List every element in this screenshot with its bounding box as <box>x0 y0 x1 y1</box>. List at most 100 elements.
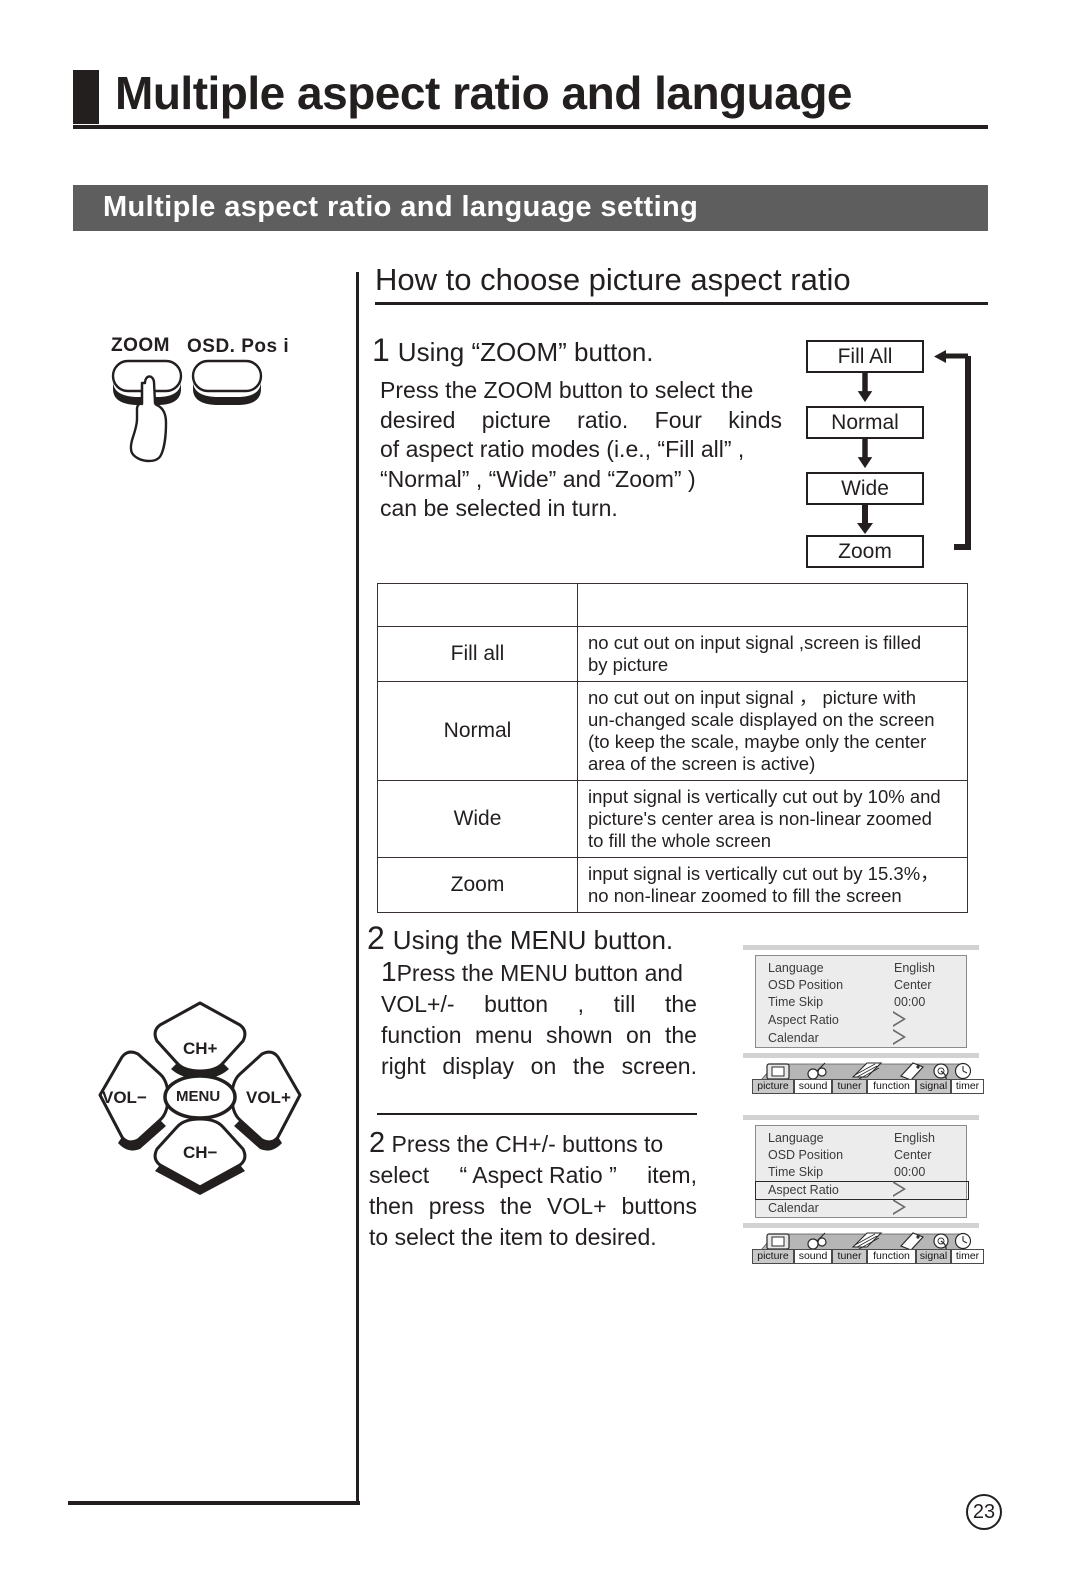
osd-label-osd-position: OSD Position <box>768 1148 844 1162</box>
section-banner: Multiple aspect ratio and language setti… <box>73 185 988 231</box>
table-cell-desc-wide: input signal is vertically cut out by 10… <box>577 780 968 858</box>
chevron-right-icon-inner <box>893 1031 903 1043</box>
chevron-right-icon-inner <box>893 1013 903 1025</box>
s2s2-l3-w1: then <box>369 1193 414 1219</box>
dpad-label-vol-plus: VOL+ <box>246 1088 291 1107</box>
step-2-substep-2: 2 Press the CH+/- buttons to select “ As… <box>369 1128 697 1253</box>
s2s2-l3-w4: VOL+ <box>547 1193 607 1219</box>
osd-tab-sound[interactable]: sound <box>794 1079 832 1094</box>
s2s2-l2-w1: select <box>369 1162 430 1188</box>
step-2-substep-2-line-4: to select the item to desired. <box>369 1224 657 1250</box>
osd-panel: Language English OSD Position Center Tim… <box>755 955 967 1048</box>
table-cell-mode-fill-all: Fill all <box>377 626 578 682</box>
s2s1-l3-w1: function <box>381 1022 462 1048</box>
osd-tab-tuner[interactable]: tuner <box>832 1079 867 1094</box>
osd-row-aspect-ratio: Aspect Ratio <box>756 1011 968 1029</box>
step-2-substep-2-line-3: then press the VOL+ buttons <box>369 1191 697 1222</box>
desc-line: no cut out on input signal ， picture wit… <box>588 687 917 708</box>
table-cell-desc-zoom: input signal is vertically cut out by 15… <box>577 857 968 913</box>
page-title-block: Multiple aspect ratio and language <box>73 67 988 130</box>
s2s1-l2-w4: till <box>613 991 636 1017</box>
step-1-line-2: desired picture ratio. Four kinds <box>380 406 782 436</box>
desc-line: (to keep the scale, maybe only the cente… <box>588 731 927 752</box>
osd-tab-signal[interactable]: signal <box>916 1079 951 1094</box>
osd-top-bar <box>743 1115 979 1120</box>
section-banner-label: Multiple aspect ratio and language setti… <box>103 191 699 223</box>
step-2-substep-2-line-2: select “ Aspect Ratio ” item, <box>369 1160 697 1191</box>
osd-icon-strip <box>760 1232 971 1251</box>
osd-tab-tuner[interactable]: tuner <box>832 1249 867 1264</box>
s2s1-l3-w5: the <box>665 1022 697 1048</box>
s2s1-l4-w4: the <box>572 1053 605 1079</box>
step-2-title: Using the MENU button. <box>392 925 674 955</box>
s2s1-l2-w5: the <box>664 991 697 1017</box>
footer-rule <box>68 1501 360 1505</box>
howto-heading-block: How to choose picture aspect ratio <box>375 262 988 305</box>
step-2-substep-1: 1Press the MENU button and VOL+/- button… <box>381 956 697 1082</box>
step-2-divider-rule <box>377 1113 697 1115</box>
osd-menu-screenshot-1: Language English OSD Position Center Tim… <box>735 945 985 1097</box>
osd-tab-picture[interactable]: picture <box>752 1079 794 1094</box>
step-1-line-3: of aspect ratio modes (i.e., “Fill all” … <box>380 436 745 462</box>
step-2-number: 2 <box>367 920 385 956</box>
s2s2-l3-w5: buttons <box>621 1193 697 1219</box>
s2s2-l3-w2: press <box>428 1193 486 1219</box>
step-2-substep-1-line-2: VOL+/- button , till the <box>381 989 697 1020</box>
step-1-line-4: “Normal” , “Wide” and “Zoom” ) <box>380 465 696 492</box>
s2s1-l4-w5: screen. <box>621 1053 697 1079</box>
dpad-label-ch-down: CH− <box>183 1143 218 1162</box>
howto-heading: How to choose picture aspect ratio <box>375 262 851 297</box>
osd-tab-signal[interactable]: signal <box>916 1249 951 1264</box>
dpad-label-vol-minus: VOL− <box>102 1088 147 1107</box>
osd-menu-screenshot-2: Language English OSD Position Center Tim… <box>735 1115 985 1267</box>
zoom-button-illustration: ZOOM OSD. Pos i <box>95 335 305 480</box>
osd-tab-sound[interactable]: sound <box>794 1249 832 1264</box>
osd-row-language: Language English <box>756 960 968 977</box>
osd-value-osd-position: Center <box>894 1148 932 1162</box>
s2s2-l2-w2: “ Aspect Ratio ” <box>459 1162 617 1188</box>
timer-clock-icon <box>954 1232 971 1250</box>
table-header-row <box>377 583 968 627</box>
s2s1-l4-w1: right <box>381 1053 426 1079</box>
osd-tab-function[interactable]: function <box>867 1249 916 1264</box>
osd-value-time-skip: 00:00 <box>894 995 926 1009</box>
title-accent-bar <box>73 70 99 124</box>
dpad-label-ch-up: CH+ <box>183 1039 218 1058</box>
chevron-right-icon-inner <box>893 1201 903 1213</box>
s2s1-l3-w3: shown <box>546 1022 613 1048</box>
osd-label-aspect-ratio: Aspect Ratio <box>768 1183 839 1197</box>
osd-tab-function[interactable]: function <box>867 1079 916 1094</box>
osd-tab-timer[interactable]: timer <box>951 1249 984 1264</box>
table-row: Fill all no cut out on input signal ,scr… <box>377 626 968 682</box>
osd-tab-picture[interactable]: picture <box>752 1249 794 1264</box>
desc-line: input signal is vertically cut out by 10… <box>588 786 941 807</box>
osd-label-calendar: Calendar <box>768 1031 819 1045</box>
osd-row-calendar: Calendar <box>756 1199 968 1217</box>
osd-label-time-skip: Time Skip <box>768 995 824 1009</box>
s2s2-l3-w3: the <box>500 1193 533 1219</box>
table-row: Normal no cut out on input signal ， pict… <box>377 681 968 781</box>
osd-icon-strip <box>760 1062 971 1081</box>
osd-value-osd-position: Center <box>894 978 932 992</box>
flow-arrow-down-1 <box>857 373 873 403</box>
step-1-title: Using “ZOOM” button. <box>397 337 654 367</box>
step-1-line-2-word-2: picture <box>481 406 551 433</box>
step-1-line-2-word-5: kinds <box>728 406 782 433</box>
desc-line: picture's center area is non-linear zoom… <box>588 808 932 829</box>
step-1-block: 1 Using “ZOOM” button. Press the ZOOM bu… <box>372 332 782 521</box>
step-1-line-2-word-3: ratio. <box>577 406 629 433</box>
table-row: Wide input signal is vertically cut out … <box>377 780 968 858</box>
osd-panel: Language English OSD Position Center Tim… <box>755 1125 969 1218</box>
s2s1-l2-w1: VOL+/- <box>381 991 455 1017</box>
flow-box-normal: Normal <box>806 406 924 439</box>
osd-row-aspect-ratio-selected[interactable]: Aspect Ratio <box>755 1181 969 1200</box>
desc-line: by picture <box>588 654 669 675</box>
step-1-line-2-word-1: desired <box>380 406 456 433</box>
osd-row-osd-position: OSD Position Center <box>756 1147 968 1164</box>
picture-monitor-icon <box>766 1233 790 1250</box>
page-title: Multiple aspect ratio and language <box>115 67 853 119</box>
page-number: 23 <box>966 1494 1002 1530</box>
osd-row-language: Language English <box>756 1130 968 1147</box>
flow-box-fill-all: Fill All <box>806 340 924 373</box>
osd-tab-timer[interactable]: timer <box>951 1079 984 1094</box>
